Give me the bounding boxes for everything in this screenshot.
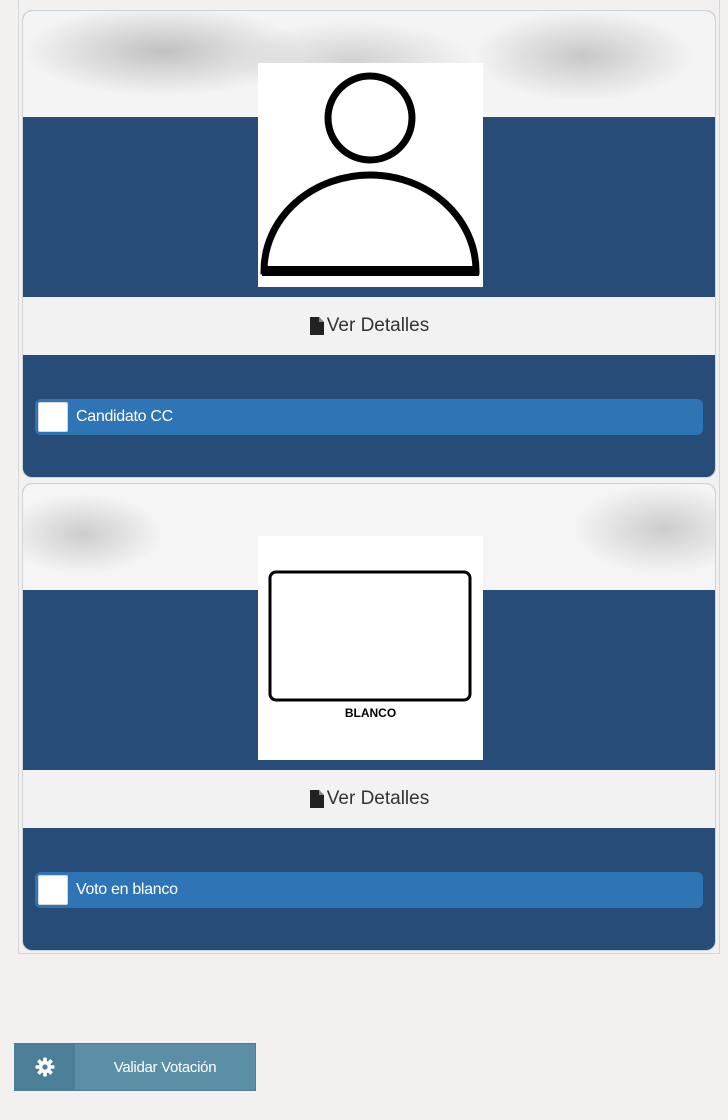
validate-vote-label: Validar Votación [113, 1058, 217, 1076]
candidate-card-cc: Ver Detalles Candidato CC [22, 10, 716, 478]
gear-icon [15, 1044, 75, 1090]
candidate-card-blank: BLANCO Ver Detalles Voto en blanco [22, 483, 716, 951]
candidate-option-label: Candidato CC [76, 408, 173, 425]
document-icon [309, 317, 324, 335]
blank-ballot-icon [268, 570, 472, 702]
candidate-photo [258, 63, 483, 287]
document-icon [309, 790, 324, 808]
view-details-label: Ver Detalles [326, 788, 430, 809]
validate-vote-button[interactable]: Validar Votación [14, 1043, 256, 1091]
blank-vote-image: BLANCO [258, 536, 483, 760]
view-details-label: Ver Detalles [326, 315, 430, 336]
view-details-button[interactable]: Ver Detalles [23, 770, 715, 828]
person-silhouette-icon [260, 72, 480, 276]
view-details-button[interactable]: Ver Detalles [23, 297, 715, 355]
blank-ballot-caption: BLANCO [344, 706, 397, 720]
candidate-checkbox[interactable] [38, 402, 68, 432]
blank-vote-checkbox[interactable] [38, 875, 68, 905]
blank-vote-option-label: Voto en blanco [76, 881, 178, 898]
blank-vote-option-row[interactable]: Voto en blanco [35, 872, 703, 908]
candidate-option-row[interactable]: Candidato CC [35, 399, 703, 435]
